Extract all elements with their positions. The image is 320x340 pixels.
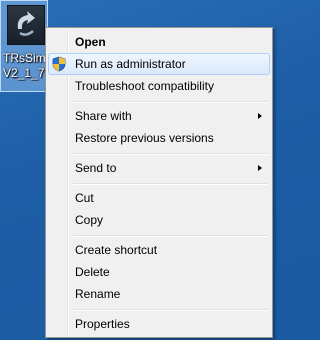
icon-label-line2: V2_1_7	[3, 66, 45, 80]
submenu-arrow-icon	[258, 113, 262, 119]
menu-item-label: Run as administrator	[75, 57, 186, 71]
menu-item-label: Cut	[75, 191, 94, 205]
menu-item-copy[interactable]: Copy	[48, 209, 270, 231]
menu-separator	[73, 183, 268, 185]
menu-item-restore-previous-versions[interactable]: Restore previous versions	[48, 127, 270, 149]
menu-item-create-shortcut[interactable]: Create shortcut	[48, 239, 270, 261]
menu-item-cut[interactable]: Cut	[48, 187, 270, 209]
menu-item-label: Troubleshoot compatibility	[75, 79, 214, 93]
menu-item-label: Create shortcut	[75, 243, 158, 257]
desktop-file-icon[interactable]: TRsSim V2_1_7	[0, 0, 48, 92]
menu-item-delete[interactable]: Delete	[48, 261, 270, 283]
menu-item-label: Send to	[75, 161, 117, 175]
menu-item-label: Properties	[75, 317, 130, 331]
menu-item-rename[interactable]: Rename	[48, 283, 270, 305]
menu-item-label: Copy	[75, 213, 104, 227]
menu-item-label: Open	[75, 35, 106, 49]
menu-item-label: Rename	[75, 287, 121, 301]
menu-separator	[73, 235, 268, 237]
menu-separator	[73, 101, 268, 103]
submenu-arrow-icon	[258, 165, 262, 171]
menu-item-label: Share with	[75, 109, 132, 123]
app-icon	[7, 5, 45, 45]
menu-separator	[73, 153, 268, 155]
desktop-icon-label: TRsSim V2_1_7	[3, 51, 47, 81]
menu-item-open[interactable]: Open	[48, 31, 270, 53]
menu-item-label: Delete	[75, 265, 110, 279]
menu-item-properties[interactable]: Properties	[48, 313, 270, 335]
menu-item-run-as-administrator[interactable]: Run as administrator	[48, 53, 270, 75]
menu-item-send-to[interactable]: Send to	[48, 157, 270, 179]
icon-label-line1: TRsSim	[3, 51, 46, 65]
menu-item-share-with[interactable]: Share with	[48, 105, 270, 127]
context-menu: Open Run as administrator Troubleshoot c…	[45, 27, 273, 338]
menu-item-troubleshoot[interactable]: Troubleshoot compatibility	[48, 75, 270, 97]
menu-item-label: Restore previous versions	[75, 131, 214, 145]
menu-separator	[73, 309, 268, 311]
